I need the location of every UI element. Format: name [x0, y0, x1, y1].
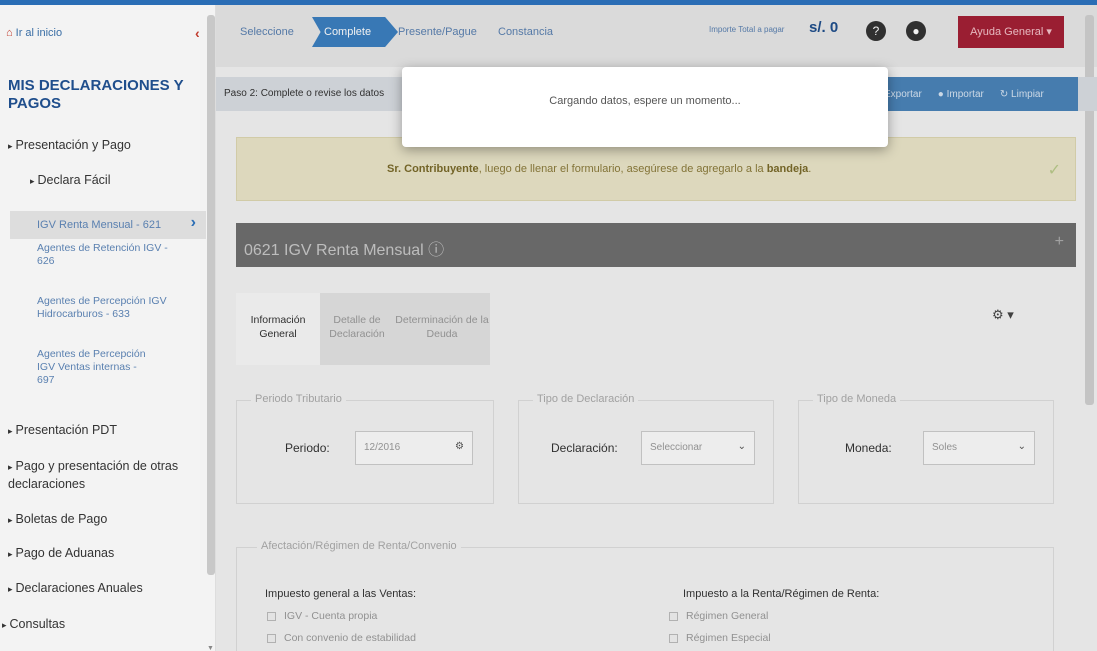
- sidebar-item-presentacion-pago[interactable]: ▸ Presentación y Pago: [8, 138, 131, 152]
- sidebar-item-boletas[interactable]: ▸ Boletas de Pago: [8, 512, 107, 526]
- chevron-right-icon: ›: [190, 214, 196, 231]
- sidebar-item-agentes-retencion[interactable]: Agentes de Retención IGV - 626: [37, 242, 187, 268]
- sidebar-item-agentes-percepcion-hidro[interactable]: Agentes de Percepción IGV Hidrocarburos …: [37, 295, 177, 321]
- caret-right-icon: ▸: [8, 515, 13, 525]
- loading-message: Cargando datos, espere un momento...: [549, 95, 741, 107]
- sidebar-scrollbar[interactable]: [207, 15, 215, 575]
- sidebar-item-anuales[interactable]: ▸ Declaraciones Anuales: [8, 581, 143, 595]
- home-link[interactable]: ⌂ Ir al inicio: [6, 27, 62, 39]
- home-icon: ⌂: [6, 27, 13, 39]
- scroll-down-icon[interactable]: ▼: [207, 645, 214, 651]
- caret-right-icon: ▸: [2, 620, 7, 630]
- caret-right-icon: ▸: [8, 462, 13, 472]
- caret-right-icon: ▸: [8, 426, 13, 436]
- collapse-sidebar-icon[interactable]: ‹: [195, 25, 200, 41]
- sidebar-item-pago-otras[interactable]: ▸ Pago y presentación de otras declaracio…: [8, 458, 203, 493]
- sidebar-item-presentacion-pdt[interactable]: ▸ Presentación PDT: [8, 423, 117, 437]
- sidebar-item-declara-facil[interactable]: ▸ Declara Fácil: [30, 173, 110, 187]
- sidebar-item-consultas[interactable]: ▸ Consultas: [2, 617, 65, 631]
- sidebar-item-aduanas[interactable]: ▸ Pago de Aduanas: [8, 546, 114, 560]
- caret-right-icon: ▸: [8, 141, 13, 151]
- sidebar-title: MIS DECLARACIONES Y PAGOS: [8, 77, 184, 112]
- caret-right-icon: ▸: [30, 176, 35, 186]
- caret-right-icon: ▸: [8, 584, 13, 594]
- loading-modal: Cargando datos, espere un momento...: [402, 67, 888, 147]
- caret-right-icon: ▸: [8, 549, 13, 559]
- sidebar: ⌂ Ir al inicio ‹ MIS DECLARACIONES Y PAG…: [0, 5, 216, 651]
- sidebar-item-igv-renta[interactable]: IGV Renta Mensual - 621 ›: [10, 211, 206, 239]
- home-link-label: Ir al inicio: [15, 27, 63, 39]
- sidebar-item-agentes-percepcion-ventas[interactable]: Agentes de Percepción IGV Ventas interna…: [37, 348, 157, 387]
